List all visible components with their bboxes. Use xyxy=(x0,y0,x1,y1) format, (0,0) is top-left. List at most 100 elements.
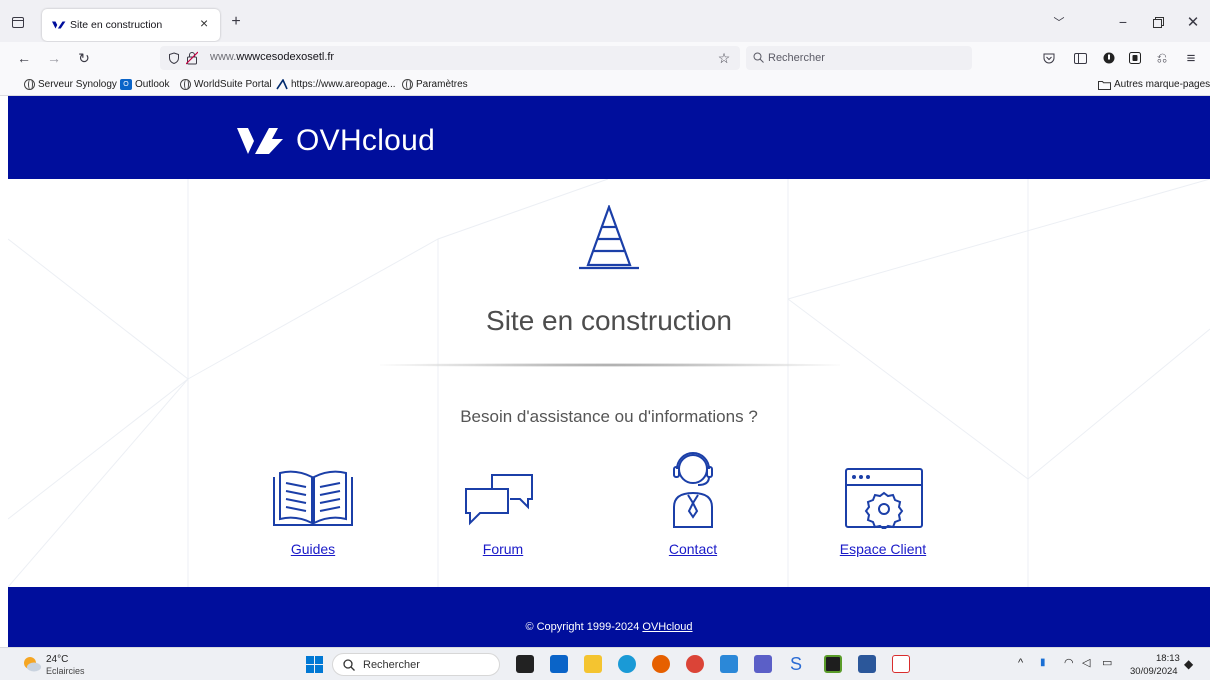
service-forum: Forum xyxy=(433,467,573,557)
minimize-icon[interactable]: − xyxy=(1115,14,1131,30)
tab-list-icon[interactable] xyxy=(10,14,26,30)
bookmark-label: WorldSuite Portal xyxy=(194,79,272,90)
tab-active[interactable]: Site en construction × xyxy=(42,9,220,41)
settings-window-icon xyxy=(845,468,923,529)
start-button-icon[interactable] xyxy=(306,656,323,673)
calculator-icon[interactable] xyxy=(720,655,738,673)
weather-desc[interactable]: Eclaircies xyxy=(46,666,85,676)
main-content: Site en construction Besoin d'assistance… xyxy=(8,179,1210,587)
bookmark-serveur-synology[interactable]: Serveur Synology xyxy=(24,79,117,90)
ovhcloud-logo[interactable]: OVHcloud xyxy=(236,124,435,158)
menu-icon[interactable]: ≡ xyxy=(1183,50,1199,67)
word-icon[interactable] xyxy=(858,655,876,673)
url-text: www.wwwcesodexosetl.fr xyxy=(210,51,334,63)
back-icon[interactable]: ← xyxy=(16,50,32,66)
taskbar-search[interactable]: Rechercher xyxy=(332,653,500,676)
clock-date[interactable]: 30/09/2024 xyxy=(1130,666,1178,677)
assistance-subtitle: Besoin d'assistance ou d'informations ? xyxy=(460,407,758,426)
teams-icon[interactable] xyxy=(754,655,772,673)
ovhcloud-footer-link[interactable]: OVHcloud xyxy=(642,621,692,633)
bookmark-star-icon[interactable]: ☆ xyxy=(716,50,732,66)
page-footer: © Copyright 1999-2024 OVHcloud xyxy=(8,587,1210,647)
divider xyxy=(380,363,840,367)
brand-name: OVHcloud xyxy=(296,124,436,157)
forum-link[interactable]: Forum xyxy=(433,541,573,557)
tracking-shield-icon[interactable] xyxy=(168,52,180,64)
close-window-icon[interactable]: ✕ xyxy=(1185,14,1201,31)
folder-icon xyxy=(1098,80,1111,90)
weather-temp[interactable]: 24°C xyxy=(46,654,68,665)
extensions-icon[interactable]: ⎌ xyxy=(1155,50,1169,65)
clock-time[interactable]: 18:13 xyxy=(1156,653,1180,664)
ovhcloud-favicon-icon xyxy=(52,21,66,29)
swipe-app-icon[interactable]: S xyxy=(790,654,802,675)
bookmark-parametres[interactable]: Paramètres xyxy=(402,79,468,90)
bookmark-label: Outlook xyxy=(135,79,170,90)
guides-link[interactable]: Guides xyxy=(243,541,383,557)
task-view-icon[interactable] xyxy=(516,655,534,673)
service-contact: Contact xyxy=(623,452,763,557)
globe-icon xyxy=(180,79,191,90)
bookmarks-bar: Serveur Synology O Outlook WorldSuite Por… xyxy=(0,75,1210,96)
url-prefix: www. xyxy=(210,51,237,63)
other-bookmarks-label: Autres marque-pages xyxy=(1114,79,1210,90)
taskbar-search-placeholder: Rechercher xyxy=(363,659,420,671)
copyright-label: © Copyright 1999-2024 xyxy=(525,621,640,633)
bookmark-worldsuite-portal[interactable]: WorldSuite Portal xyxy=(180,79,272,90)
copyright-text: © Copyright 1999-2024 OVHcloud xyxy=(8,621,1210,633)
weather-icon[interactable] xyxy=(22,655,42,673)
chrome-icon[interactable] xyxy=(686,655,704,673)
url-bar[interactable]: www.wwwcesodexosetl.fr ☆ xyxy=(160,46,740,70)
volume-icon[interactable]: ◁ xyxy=(1082,656,1090,669)
outlook-icon: O xyxy=(120,79,132,90)
bookmark-areopage[interactable]: https://www.areopage... xyxy=(276,79,396,90)
insecure-lock-icon[interactable] xyxy=(186,51,198,65)
bookmark-outlook[interactable]: O Outlook xyxy=(120,79,169,90)
extension-shield-icon[interactable] xyxy=(1128,51,1142,65)
navigation-bar: ← → ↻ www.wwwcesodexosetl.fr ☆ Recherche… xyxy=(0,42,1210,75)
edge-icon[interactable] xyxy=(618,655,636,673)
ovhcloud-logo-icon xyxy=(237,128,283,154)
battery-icon[interactable]: ▭ xyxy=(1102,656,1112,669)
file-explorer-icon[interactable] xyxy=(584,655,602,673)
outlook-taskbar-icon[interactable] xyxy=(550,655,568,673)
service-guides: Guides xyxy=(243,467,383,557)
wifi-icon[interactable]: ◠ xyxy=(1064,656,1074,669)
tray-overflow-icon[interactable]: ^ xyxy=(1018,657,1023,669)
tray-app-icon[interactable]: ▮ xyxy=(1040,657,1046,668)
search-placeholder: Rechercher xyxy=(768,52,825,64)
notification-bell-icon[interactable]: ◆ xyxy=(1184,657,1193,671)
construction-cone-icon xyxy=(579,205,639,270)
search-icon xyxy=(753,52,764,63)
sidebar-icon[interactable] xyxy=(1073,51,1087,65)
list-all-tabs-icon[interactable]: ﹀ xyxy=(1052,15,1066,29)
search-bar[interactable]: Rechercher xyxy=(746,46,972,70)
chat-bubbles-icon xyxy=(465,474,533,526)
reload-icon[interactable]: ↻ xyxy=(76,50,92,66)
pocket-icon[interactable] xyxy=(1042,51,1056,65)
other-bookmarks[interactable]: Autres marque-pages xyxy=(1098,79,1210,90)
search-icon xyxy=(343,659,355,671)
browser-tab-bar: Site en construction × + ﹀ − ✕ xyxy=(0,0,1210,42)
new-tab-icon[interactable]: + xyxy=(228,13,244,30)
page-header: OVHcloud xyxy=(8,96,1210,179)
bookmark-label: Serveur Synology xyxy=(38,79,117,90)
forward-icon[interactable]: → xyxy=(46,50,62,66)
url-domain: wwwcesodexosetl.fr xyxy=(236,51,335,63)
pdf-reader-icon[interactable] xyxy=(892,655,910,673)
support-agent-icon xyxy=(673,452,713,528)
tab-title: Site en construction xyxy=(70,19,163,31)
tab-close-icon[interactable]: × xyxy=(200,15,208,31)
page-title: Site en construction xyxy=(486,305,732,336)
globe-icon xyxy=(402,79,413,90)
extension-dark-icon[interactable] xyxy=(1102,51,1116,65)
contact-link[interactable]: Contact xyxy=(623,541,763,557)
bookmark-label: https://www.areopage... xyxy=(291,79,396,90)
restore-icon[interactable] xyxy=(1150,14,1166,30)
areopage-icon xyxy=(276,79,288,90)
windows-taskbar: 24°C Eclaircies Rechercher S ^ ▮ ◠ ◁ ▭ 1… xyxy=(0,647,1210,680)
wunderlist-app-icon[interactable] xyxy=(824,655,842,673)
firefox-icon[interactable] xyxy=(652,655,670,673)
espace-client-link[interactable]: Espace Client xyxy=(813,541,953,557)
bookmark-label: Paramètres xyxy=(416,79,468,90)
